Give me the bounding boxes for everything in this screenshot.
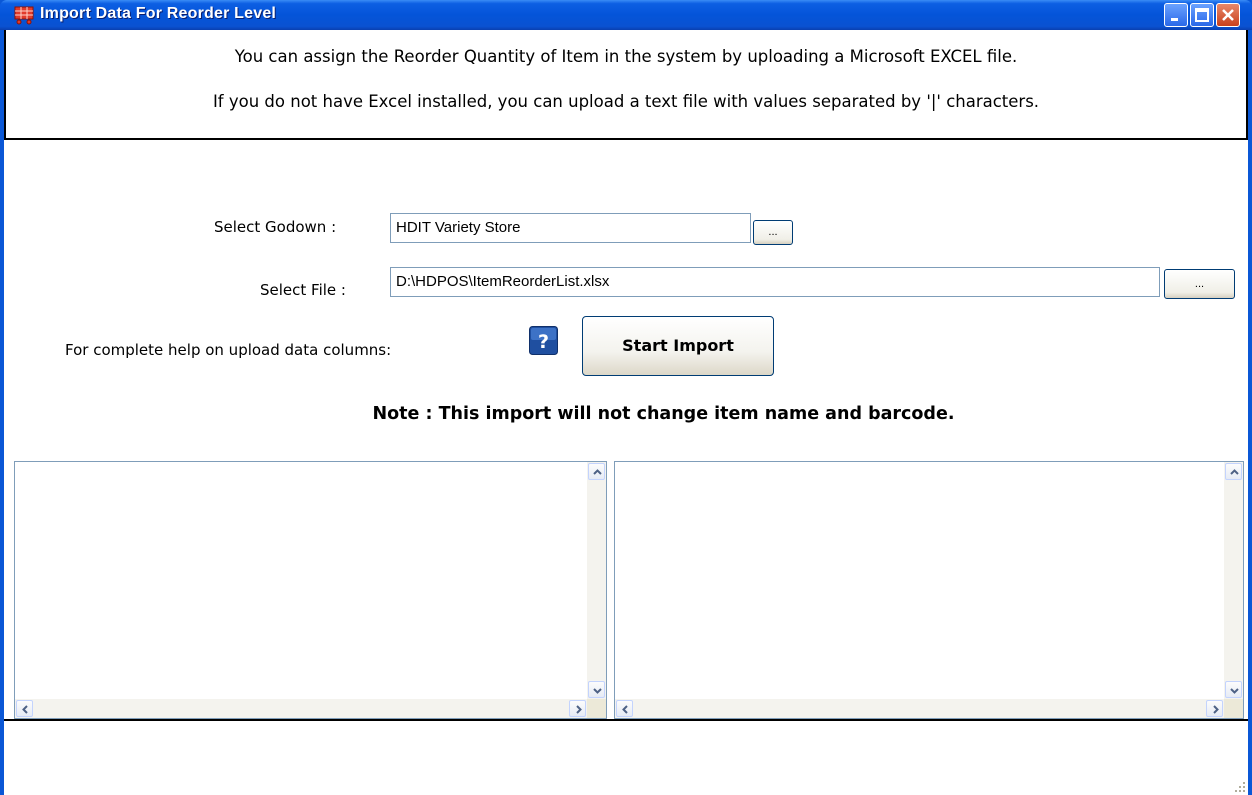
scroll-corner: [1224, 699, 1243, 718]
scroll-right-icon[interactable]: [569, 700, 586, 717]
result-data-grid[interactable]: [614, 461, 1244, 719]
godown-label: Select Godown :: [214, 218, 337, 236]
minimize-icon: [1171, 18, 1178, 21]
close-button[interactable]: [1216, 3, 1240, 27]
shopping-cart-icon: [14, 6, 34, 25]
client-area: You can assign the Reorder Quantity of I…: [4, 30, 1248, 795]
horizontal-scrollbar[interactable]: [15, 699, 587, 718]
import-note: Note : This import will not change item …: [372, 404, 955, 424]
minimize-button[interactable]: [1164, 3, 1188, 27]
help-label: For complete help on upload data columns…: [65, 341, 392, 359]
question-icon: ?: [529, 326, 558, 355]
scroll-down-icon[interactable]: [1225, 681, 1242, 698]
godown-browse-button[interactable]: ...: [753, 220, 793, 245]
maximize-button[interactable]: [1190, 3, 1214, 27]
source-data-grid[interactable]: [14, 461, 607, 719]
info-panel: You can assign the Reorder Quantity of I…: [4, 30, 1248, 140]
scroll-corner: [587, 699, 606, 718]
start-import-button[interactable]: Start Import: [582, 316, 774, 376]
scroll-right-icon[interactable]: [1206, 700, 1223, 717]
godown-field[interactable]: HDIT Variety Store: [390, 213, 751, 243]
maximize-icon: [1195, 8, 1209, 22]
info-line-2: If you do not have Excel installed, you …: [212, 92, 1040, 111]
help-button[interactable]: ?: [529, 326, 558, 355]
resize-grip-icon[interactable]: [1232, 779, 1246, 793]
horizontal-scrollbar[interactable]: [615, 699, 1224, 718]
vertical-scrollbar[interactable]: [587, 462, 606, 699]
window-title: Import Data For Reorder Level: [40, 5, 277, 22]
title-bar[interactable]: Import Data For Reorder Level: [0, 0, 1252, 30]
status-area: [4, 719, 1248, 795]
file-browse-button[interactable]: ...: [1164, 269, 1235, 299]
svg-text:?: ?: [538, 331, 549, 353]
vertical-scrollbar[interactable]: [1224, 462, 1243, 699]
file-path-field[interactable]: D:\HDPOS\ItemReorderList.xlsx: [390, 267, 1160, 297]
info-line-1: You can assign the Reorder Quantity of I…: [234, 47, 1018, 66]
scroll-left-icon[interactable]: [16, 700, 33, 717]
close-icon: [1222, 9, 1234, 21]
scroll-down-icon[interactable]: [588, 681, 605, 698]
scroll-up-icon[interactable]: [588, 463, 605, 480]
file-label: Select File :: [260, 281, 346, 299]
scroll-up-icon[interactable]: [1225, 463, 1242, 480]
scroll-left-icon[interactable]: [616, 700, 633, 717]
import-window: Import Data For Reorder Level You can as…: [0, 0, 1252, 795]
